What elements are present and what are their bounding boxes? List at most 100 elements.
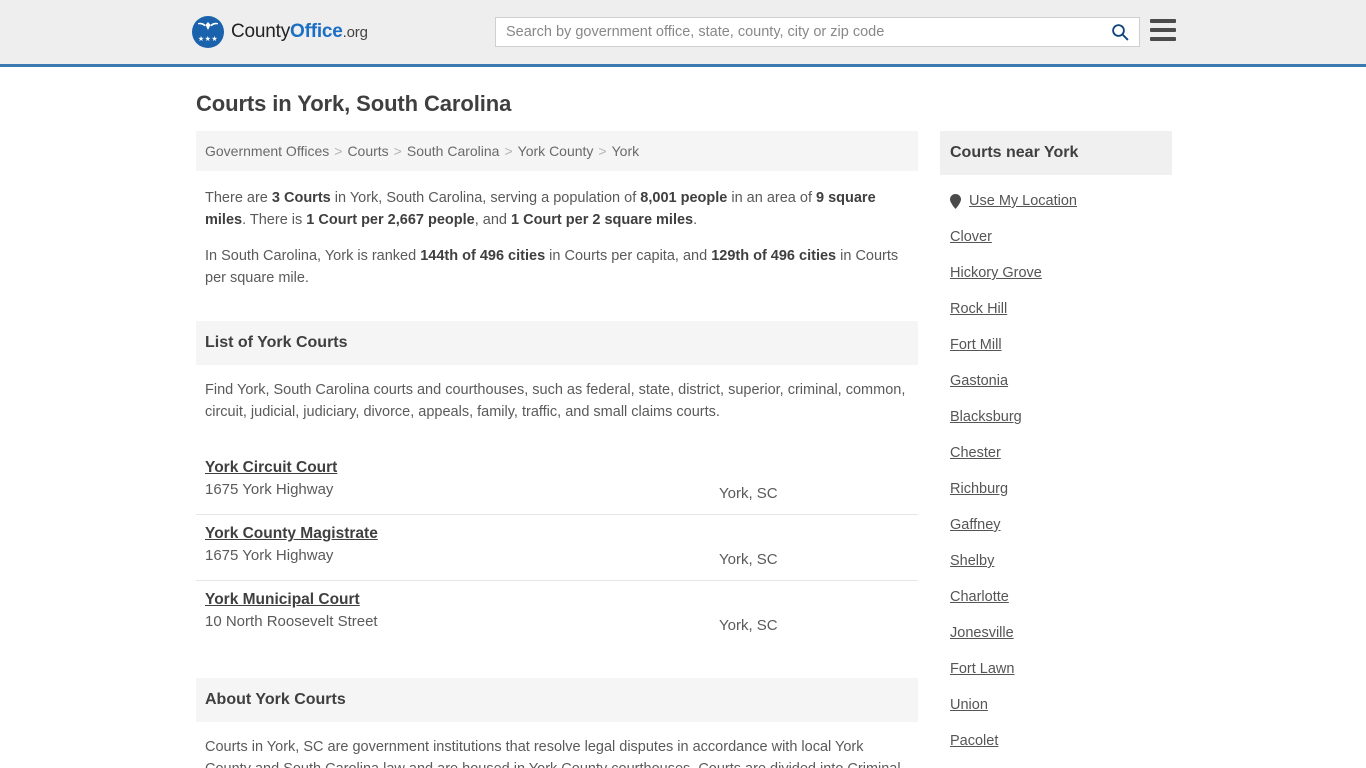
stats-text: , and [474, 212, 511, 228]
search-icon [1112, 24, 1129, 41]
search-input[interactable] [496, 18, 1101, 46]
site-logo-link[interactable]: ★★★ CountyOffice.org [192, 16, 368, 48]
sidebar-item-chester[interactable]: Chester [950, 435, 1162, 471]
content-columns: Government Offices > Courts > South Carolina… [196, 131, 1174, 768]
sidebar-item-label[interactable]: Clover [950, 229, 992, 245]
breadcrumb-item-york-county[interactable]: York County [518, 143, 594, 159]
site-header: ★★★ CountyOffice.org [0, 0, 1366, 67]
eagle-seal-icon: ★★★ [192, 16, 224, 48]
sidebar-item-label[interactable]: Pacolet [950, 733, 998, 749]
court-name-link[interactable]: York Circuit Court [205, 459, 337, 477]
sidebar-item-richburg[interactable]: Richburg [950, 471, 1162, 507]
sidebar-item-label[interactable]: Gaffney [950, 517, 1001, 533]
sidebar-item-fort-mill[interactable]: Fort Mill [950, 327, 1162, 363]
breadcrumb-separator: > [334, 143, 343, 159]
sidebar-item-label[interactable]: Richburg [950, 481, 1008, 497]
sidebar-item-clover[interactable]: Clover [950, 219, 1162, 255]
breadcrumb-item-south-carolina[interactable]: South Carolina [407, 143, 500, 159]
court-city: York, SC [719, 485, 778, 502]
table-row: York County Magistrate 1675 York Highway… [196, 515, 918, 581]
sidebar-item-lancaster[interactable]: Lancaster [950, 759, 1162, 768]
court-list: York Circuit Court 1675 York Highway Yor… [196, 449, 918, 646]
sidebar-item-charlotte[interactable]: Charlotte [950, 579, 1162, 615]
breadcrumb-separator: > [598, 143, 607, 159]
sidebar-item-label[interactable]: Hickory Grove [950, 265, 1042, 281]
sidebar-heading: Courts near York [940, 131, 1172, 175]
stats-text: There are [205, 190, 272, 206]
court-info: York Municipal Court 10 North Roosevelt … [205, 591, 719, 630]
breadcrumb-item-courts[interactable]: Courts [347, 143, 388, 159]
about-section-heading: About York Courts [196, 678, 918, 722]
court-address: 1675 York Highway [205, 547, 334, 564]
sidebar-item-gaffney[interactable]: Gaffney [950, 507, 1162, 543]
stats-text: in York, South Carolina, serving a popul… [330, 190, 641, 206]
breadcrumb-item-government-offices[interactable]: Government Offices [205, 143, 329, 159]
court-info: York Circuit Court 1675 York Highway [205, 459, 719, 498]
stats-block: There are 3 Courts in York, South Caroli… [196, 171, 918, 307]
sidebar-item-use-my-location[interactable]: Use My Location [950, 183, 1162, 219]
about-section-body: Courts in York, SC are government instit… [196, 722, 918, 768]
stats-court-count: 3 Courts [271, 190, 331, 206]
sidebar-item-label[interactable]: Fort Mill [950, 337, 1002, 353]
sidebar-item-rock-hill[interactable]: Rock Hill [950, 291, 1162, 327]
seal-stars: ★★★ [197, 36, 219, 43]
sidebar-item-label[interactable]: Jonesville [950, 625, 1014, 641]
stats-paragraph-counts: There are 3 Courts in York, South Caroli… [205, 187, 909, 231]
hamburger-menu-icon[interactable] [1150, 19, 1176, 41]
sidebar-item-label[interactable]: Blacksburg [950, 409, 1022, 425]
hamburger-bar [1150, 28, 1176, 32]
stats-text: . There is [242, 212, 307, 228]
sidebar-item-union[interactable]: Union [950, 687, 1162, 723]
sidebar-item-hickory-grove[interactable]: Hickory Grove [950, 255, 1162, 291]
court-city: York, SC [719, 617, 778, 634]
sidebar-item-label[interactable]: Charlotte [950, 589, 1009, 605]
table-row: York Circuit Court 1675 York Highway Yor… [196, 449, 918, 515]
brand-tld: .org [342, 24, 368, 41]
stats-rank-per-square-mile: 129th of 496 cities [711, 248, 837, 264]
stats-per-square-mile: 1 Court per 2 square miles [511, 212, 694, 228]
main-column: Government Offices > Courts > South Carolina… [196, 131, 918, 768]
court-info: York County Magistrate 1675 York Highway [205, 525, 719, 564]
sidebar-item-shelby[interactable]: Shelby [950, 543, 1162, 579]
map-pin-icon [950, 193, 961, 209]
sidebar-item-jonesville[interactable]: Jonesville [950, 615, 1162, 651]
breadcrumb-separator: > [504, 143, 513, 159]
court-city: York, SC [719, 551, 778, 568]
sidebar-item-blacksburg[interactable]: Blacksburg [950, 399, 1162, 435]
sidebar-item-label[interactable]: Chester [950, 445, 1001, 461]
court-address: 10 North Roosevelt Street [205, 613, 378, 630]
breadcrumb-item-york[interactable]: York [612, 143, 640, 159]
hamburger-bar [1150, 37, 1176, 41]
sidebar-item-pacolet[interactable]: Pacolet [950, 723, 1162, 759]
sidebar-item-label[interactable]: Fort Lawn [950, 661, 1014, 677]
sidebar-item-label[interactable]: Rock Hill [950, 301, 1007, 317]
page-title: Courts in York, South Carolina [196, 91, 512, 116]
about-section-paragraph: Courts in York, SC are government instit… [205, 739, 901, 768]
list-section-description: Find York, South Carolina courts and cou… [205, 382, 906, 420]
sidebar-item-gastonia[interactable]: Gastonia [950, 363, 1162, 399]
court-name-link[interactable]: York County Magistrate [205, 525, 378, 543]
list-section-heading: List of York Courts [196, 321, 918, 365]
sidebar: Courts near York Use My Location Clover … [940, 131, 1172, 768]
sidebar-list: Use My Location Clover Hickory Grove Roc… [940, 175, 1172, 768]
eagle-glyph [198, 22, 218, 30]
search-button[interactable] [1101, 18, 1139, 46]
stats-per-capita: 1 Court per 2,667 people [306, 212, 475, 228]
breadcrumb-separator: > [393, 143, 402, 159]
brand-part2: Office [290, 21, 343, 42]
sidebar-item-label[interactable]: Union [950, 697, 988, 713]
breadcrumb: Government Offices > Courts > South Carolina… [196, 131, 918, 171]
sidebar-item-fort-lawn[interactable]: Fort Lawn [950, 651, 1162, 687]
sidebar-item-label[interactable]: Use My Location [969, 193, 1077, 209]
table-row: York Municipal Court 10 North Roosevelt … [196, 581, 918, 646]
search-bar[interactable] [495, 17, 1140, 47]
stats-text: in Courts per capita, and [545, 248, 712, 264]
stats-paragraph-rank: In South Carolina, York is ranked 144th … [205, 245, 909, 289]
list-section-body: Find York, South Carolina courts and cou… [196, 365, 918, 435]
court-name-link[interactable]: York Municipal Court [205, 591, 360, 609]
hamburger-bar [1150, 19, 1176, 23]
sidebar-item-label[interactable]: Gastonia [950, 373, 1008, 389]
stats-text: In South Carolina, York is ranked [205, 248, 421, 264]
page-container: Courts in York, South Carolina Governmen… [0, 91, 1366, 768]
sidebar-item-label[interactable]: Shelby [950, 553, 994, 569]
